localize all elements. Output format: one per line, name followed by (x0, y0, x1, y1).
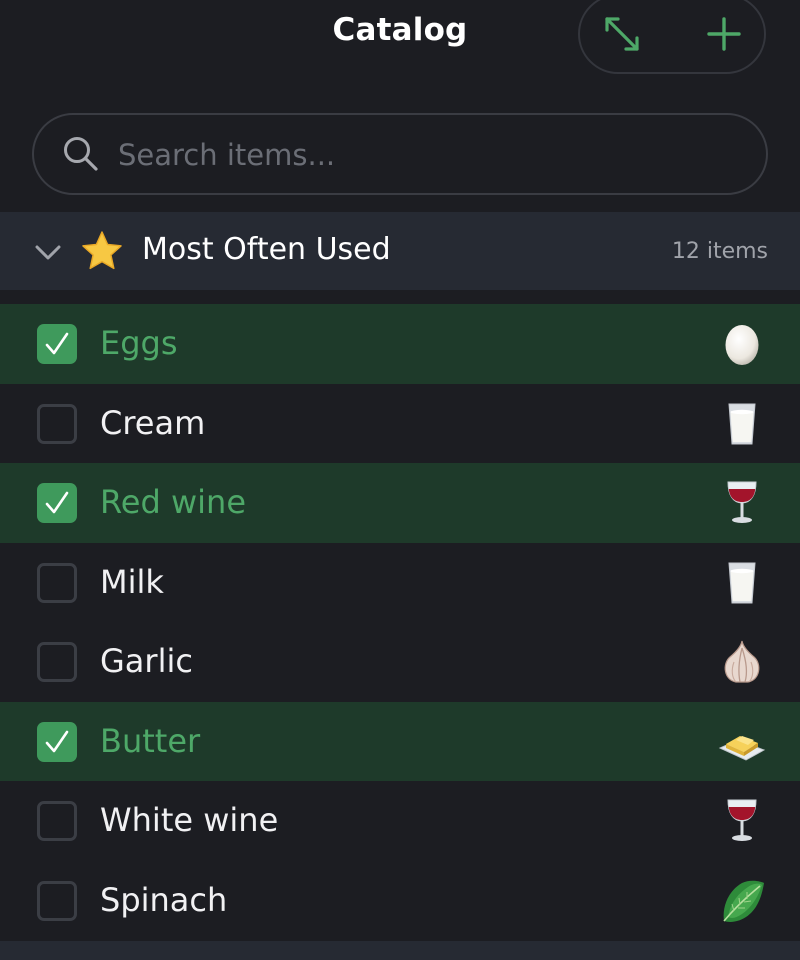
search-input[interactable] (116, 123, 740, 187)
checkbox[interactable] (37, 880, 77, 921)
item-label: Eggs (100, 324, 178, 362)
list-item[interactable]: Cream (0, 383, 800, 463)
checkmark-icon (45, 491, 69, 514)
item-list: Eggs Cream Red wine Milk Garlic Butter W… (0, 304, 800, 940)
chevron-down-icon (35, 245, 61, 260)
header-actions-pill (578, 0, 766, 74)
item-label: Red wine (100, 483, 246, 521)
section-item-count: 12 items (671, 239, 768, 264)
section-header-most-often-used[interactable]: Most Often Used 12 items (0, 212, 800, 290)
checkbox[interactable] (37, 801, 77, 841)
catalog-screen: Catalog Search items... Most Often Used … (0, 0, 800, 960)
item-label: White wine (100, 801, 279, 839)
star-icon (82, 231, 122, 270)
search-icon (64, 137, 98, 171)
expand-button[interactable] (600, 12, 644, 56)
checkbox[interactable] (37, 721, 77, 762)
plus-icon (707, 17, 741, 51)
list-item[interactable]: Eggs (0, 304, 800, 384)
wine-glass-icon (727, 799, 757, 841)
checkbox[interactable] (37, 403, 77, 444)
checkbox[interactable] (37, 562, 77, 603)
garlic-icon (724, 640, 760, 683)
header: Catalog (0, 0, 800, 96)
expand-arrows-icon (605, 17, 639, 51)
milk-glass-icon (728, 562, 756, 603)
item-label: Butter (100, 721, 201, 760)
section-title: Most Often Used (142, 232, 391, 267)
checkbox[interactable] (37, 324, 77, 364)
checkbox[interactable] (37, 483, 77, 523)
add-item-button[interactable] (702, 12, 746, 56)
wine-glass-icon (727, 481, 757, 523)
leafy-green-icon (723, 880, 764, 922)
checkbox[interactable] (37, 642, 77, 682)
checkmark-icon (45, 730, 69, 752)
item-label: Cream (100, 403, 206, 442)
list-item[interactable]: Spinach (0, 860, 800, 940)
list-item[interactable]: Milk (0, 542, 800, 622)
list-item[interactable]: Butter (0, 701, 800, 781)
list-item[interactable]: Red wine (0, 463, 800, 543)
butter-icon (718, 735, 766, 761)
list-item[interactable]: Garlic (0, 622, 800, 702)
egg-icon (725, 325, 759, 365)
item-label: Spinach (100, 880, 228, 919)
list-item[interactable]: White wine (0, 781, 800, 861)
next-section-header (0, 941, 800, 960)
checkmark-icon (45, 332, 69, 355)
milk-glass-icon (728, 403, 756, 444)
item-label: Garlic (100, 642, 193, 680)
search-bar[interactable] (32, 113, 768, 195)
item-label: Milk (100, 562, 164, 601)
